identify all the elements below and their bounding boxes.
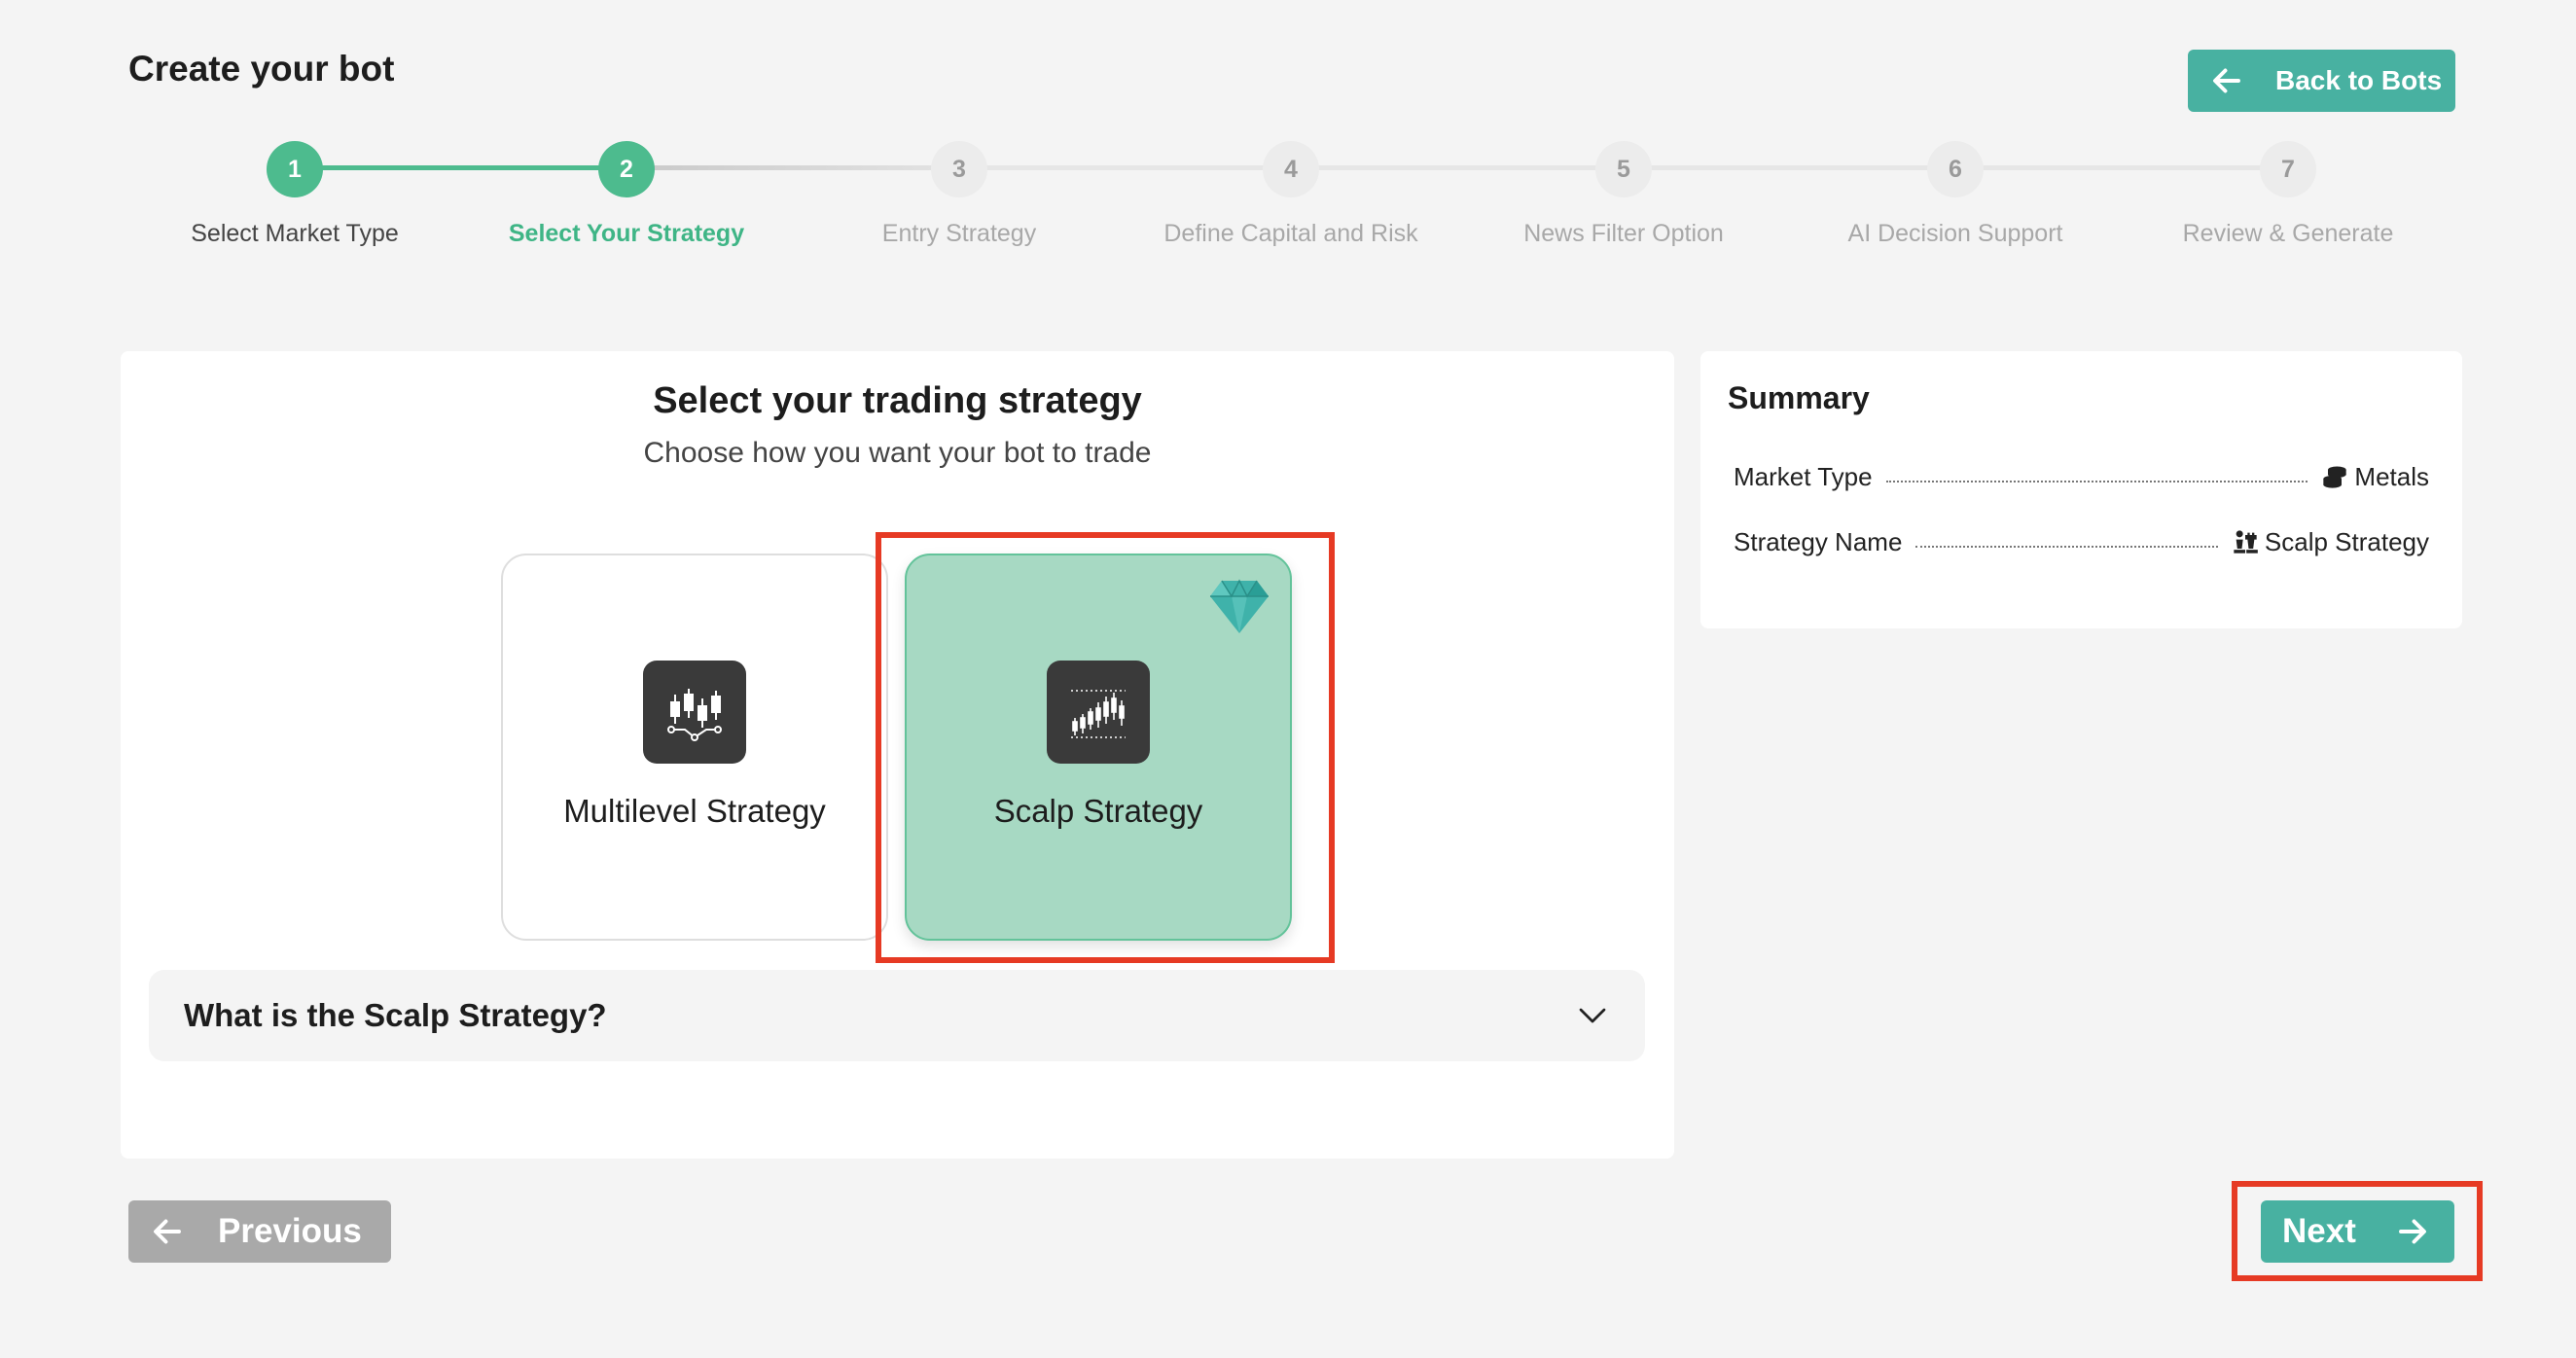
summary-key: Strategy Name <box>1734 526 1903 556</box>
step-3-label: Entry Strategy <box>881 220 1037 247</box>
step-1-label: Select Market Type <box>191 220 399 247</box>
coins-icon <box>2323 466 2347 488</box>
multilevel-strategy-label: Multilevel Strategy <box>563 793 826 829</box>
step-3-circle: 3 <box>931 141 987 197</box>
step-connector <box>626 165 959 170</box>
summary-panel: Summary Market Type Metals Strategy Name… <box>1700 351 2462 628</box>
leader-dots <box>1885 481 2308 482</box>
step-5-label: News Filter Option <box>1523 220 1724 247</box>
summary-value: Metals <box>2354 461 2429 491</box>
chess-icon <box>2234 530 2258 554</box>
previous-button[interactable]: Previous <box>128 1200 391 1263</box>
summary-row-market-type: Market Type Metals <box>1734 457 2429 496</box>
strategy-heading: Select your trading strategy <box>653 380 1142 421</box>
candlestick-chart-icon <box>643 661 746 764</box>
leader-dots <box>1915 546 2218 548</box>
step-6-label: AI Decision Support <box>1847 220 2063 247</box>
step-7-label: Review & Generate <box>2182 220 2394 247</box>
step-7-circle: 7 <box>2260 141 2316 197</box>
summary-title: Summary <box>1728 380 1870 415</box>
strategy-subheading: Choose how you want your bot to trade <box>643 437 1152 469</box>
scalp-strategy-accordion[interactable]: What is the Scalp Strategy? <box>149 970 1645 1061</box>
chevron-down-icon <box>1579 1008 1606 1023</box>
step-4-label: Define Capital and Risk <box>1163 220 1418 247</box>
strategy-panel: Select your trading strategy Choose how … <box>121 351 1674 1159</box>
scalp-card-highlight <box>876 532 1335 963</box>
step-6-circle: 6 <box>1927 141 1984 197</box>
arrow-left-icon <box>154 1219 181 1244</box>
step-2-circle[interactable]: 2 <box>598 141 655 197</box>
step-4-circle: 4 <box>1263 141 1319 197</box>
summary-value: Scalp Strategy <box>2264 526 2429 556</box>
summary-key: Market Type <box>1734 461 1873 491</box>
step-connector <box>295 165 626 170</box>
step-1-circle[interactable]: 1 <box>267 141 323 197</box>
summary-row-strategy-name: Strategy Name Scalp Strategy <box>1734 522 2429 561</box>
stepper: 1 2 3 4 5 6 7 Select Market Type Select … <box>0 0 2576 272</box>
step-5-circle: 5 <box>1595 141 1652 197</box>
next-button-highlight <box>2232 1181 2483 1281</box>
previous-label: Previous <box>218 1212 362 1250</box>
accordion-title: What is the Scalp Strategy? <box>184 997 607 1033</box>
step-2-label: Select Your Strategy <box>508 220 745 247</box>
multilevel-strategy-card[interactable]: Multilevel Strategy <box>501 554 888 941</box>
